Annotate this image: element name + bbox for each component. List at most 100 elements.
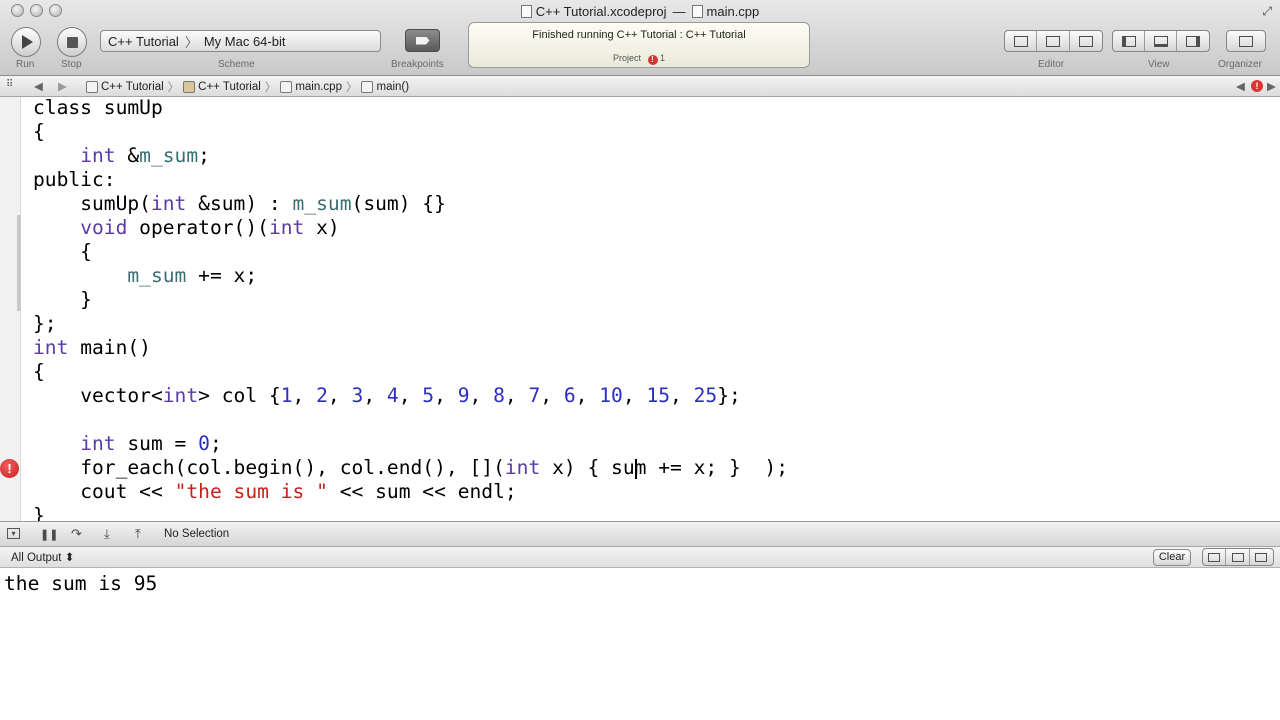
version-editor-button[interactable]	[1070, 31, 1102, 51]
utilities-pane-icon	[1185, 35, 1200, 47]
code-line[interactable]: vector<int> col {1, 2, 3, 4, 5, 9, 8, 7,…	[33, 384, 741, 408]
standard-editor-icon	[1013, 35, 1028, 47]
project-icon	[86, 81, 98, 93]
view-label: View	[1148, 59, 1170, 70]
step-into-icon[interactable]: ⤓	[104, 526, 110, 542]
organizer-label: Organizer	[1218, 59, 1262, 70]
breadcrumb-symbol[interactable]: main()	[376, 81, 409, 93]
stop-icon	[66, 36, 78, 48]
activity-project-label: Project	[612, 53, 641, 63]
breadcrumb: C++ Tutorial 〉 C++ Tutorial 〉 main.cpp 〉…	[86, 79, 409, 95]
text-cursor	[634, 459, 637, 479]
scheme-separator: 〉	[184, 34, 198, 50]
code-line[interactable]: m_sum += x;	[33, 264, 257, 288]
organizer-seg[interactable]	[1227, 31, 1265, 51]
code-folding-ribbon[interactable]	[17, 215, 21, 311]
window-title-separator: —	[672, 3, 686, 19]
editor-label: Editor	[1038, 59, 1065, 70]
hide-debug-area-icon[interactable]: ▾	[7, 528, 20, 539]
project-file-icon	[520, 4, 532, 18]
debug-pane-icon	[1153, 35, 1168, 47]
code-line[interactable]: cout << "the sum is " << sum << endl;	[33, 480, 516, 504]
organizer-button[interactable]	[1226, 30, 1266, 52]
debug-bar: ▾ ❚❚ ↷ ⤓ ⤒ No Selection	[0, 521, 1280, 547]
error-icon: !	[647, 55, 658, 65]
breadcrumb-separator: 〉	[264, 82, 277, 94]
jump-bar: ⠿ ◀ ▶ C++ Tutorial 〉 C++ Tutorial 〉 main…	[0, 76, 1280, 97]
activity-project-status[interactable]: Project ! 1	[469, 53, 809, 65]
pause-icon[interactable]: ❚❚	[40, 528, 58, 541]
fullscreen-icon[interactable]: ⤢	[1262, 4, 1272, 19]
breadcrumb-file[interactable]: main.cpp	[295, 81, 342, 93]
source-editor[interactable]: ! class sumUp{ int &m_sum; public: sumUp(…	[0, 97, 1280, 521]
console-output[interactable]: the sum is 95	[0, 568, 1280, 720]
cpp-file-icon	[691, 4, 703, 18]
clear-console-button[interactable]: Clear	[1153, 549, 1191, 566]
console-output-text: the sum is 95	[4, 572, 158, 595]
code-line[interactable]: void operator()(int x)	[33, 216, 340, 240]
toolbar: C++ Tutorial.xcodeproj — main.cpp ⤢ Run …	[0, 0, 1280, 76]
step-over-icon[interactable]: ↷	[71, 526, 82, 542]
console-layout-control[interactable]	[1202, 548, 1274, 566]
code-line[interactable]: {	[33, 360, 45, 384]
previous-issue-icon[interactable]: ◀	[1236, 79, 1245, 93]
code-line[interactable]: class sumUp	[33, 97, 163, 120]
organizer-icon	[1239, 35, 1253, 47]
view-control[interactable]	[1112, 30, 1210, 52]
code-line[interactable]: int &m_sum;	[33, 144, 210, 168]
next-issue-icon[interactable]: ▶	[1267, 79, 1276, 93]
error-marker-icon[interactable]: !	[0, 459, 19, 478]
back-arrow-icon[interactable]: ◀	[34, 79, 43, 93]
function-icon	[361, 81, 374, 93]
console-bar: All Output ⬍ Clear	[0, 547, 1280, 568]
debug-area-toggle-button[interactable]	[1145, 31, 1177, 51]
scheme-popup[interactable]: C++ Tutorial 〉 My Mac 64-bit	[100, 30, 381, 52]
breakpoint-icon	[415, 36, 430, 45]
code-line[interactable]: {	[33, 120, 45, 144]
utilities-toggle-button[interactable]	[1177, 31, 1209, 51]
breakpoints-button[interactable]	[405, 29, 440, 52]
code-line[interactable]: public:	[33, 168, 116, 192]
variables-pane-icon	[1208, 552, 1221, 562]
breadcrumb-project[interactable]: C++ Tutorial	[101, 81, 164, 93]
code-line[interactable]: sumUp(int &sum) : m_sum(sum) {}	[33, 192, 446, 216]
code-line[interactable]: int main()	[33, 336, 151, 360]
window-title: C++ Tutorial.xcodeproj — main.cpp	[0, 3, 1280, 19]
debug-selection-label: No Selection	[164, 528, 230, 540]
activity-message: Finished running C++ Tutorial : C++ Tuto…	[532, 29, 746, 41]
breadcrumb-separator: 〉	[345, 82, 358, 94]
breadcrumb-group[interactable]: C++ Tutorial	[198, 81, 261, 93]
code-line[interactable]: int sum = 0;	[33, 432, 222, 456]
code-line[interactable]: };	[33, 312, 57, 336]
assistant-editor-icon	[1046, 35, 1061, 47]
code-line[interactable]: {	[33, 240, 92, 264]
output-filter-popup[interactable]: All Output ⬍	[11, 550, 74, 564]
scheme-destination: My Mac 64-bit	[203, 33, 286, 49]
standard-editor-button[interactable]	[1005, 31, 1038, 51]
activity-error-count: 1	[660, 53, 666, 63]
console-pane-icon	[1255, 552, 1268, 562]
window-title-file: main.cpp	[706, 3, 760, 19]
show-variables-button[interactable]	[1203, 549, 1227, 565]
version-editor-icon	[1078, 35, 1093, 47]
issue-error-icon[interactable]: !	[1251, 80, 1263, 92]
stop-button[interactable]	[57, 27, 87, 57]
code-line[interactable]: for_each(col.begin(), col.end(), [](int …	[33, 456, 788, 480]
assistant-editor-button[interactable]	[1037, 31, 1070, 51]
run-button[interactable]	[11, 27, 41, 57]
split-pane-icon	[1231, 552, 1244, 562]
show-console-button[interactable]	[1250, 549, 1273, 565]
editor-mode-control[interactable]	[1004, 30, 1103, 52]
window-title-project: C++ Tutorial.xcodeproj	[535, 3, 667, 19]
navigator-pane-icon	[1121, 35, 1136, 47]
code-line[interactable]: }	[33, 504, 45, 521]
step-out-icon[interactable]: ⤒	[135, 526, 141, 542]
navigator-toggle-button[interactable]	[1113, 31, 1146, 51]
show-both-button[interactable]	[1226, 549, 1250, 565]
code-line[interactable]: }	[33, 288, 92, 312]
related-items-icon[interactable]: ⠿	[6, 79, 13, 90]
run-label: Run	[16, 59, 35, 70]
forward-arrow-icon[interactable]: ▶	[58, 79, 67, 93]
breadcrumb-separator: 〉	[167, 82, 180, 94]
scheme-label: Scheme	[218, 59, 255, 70]
